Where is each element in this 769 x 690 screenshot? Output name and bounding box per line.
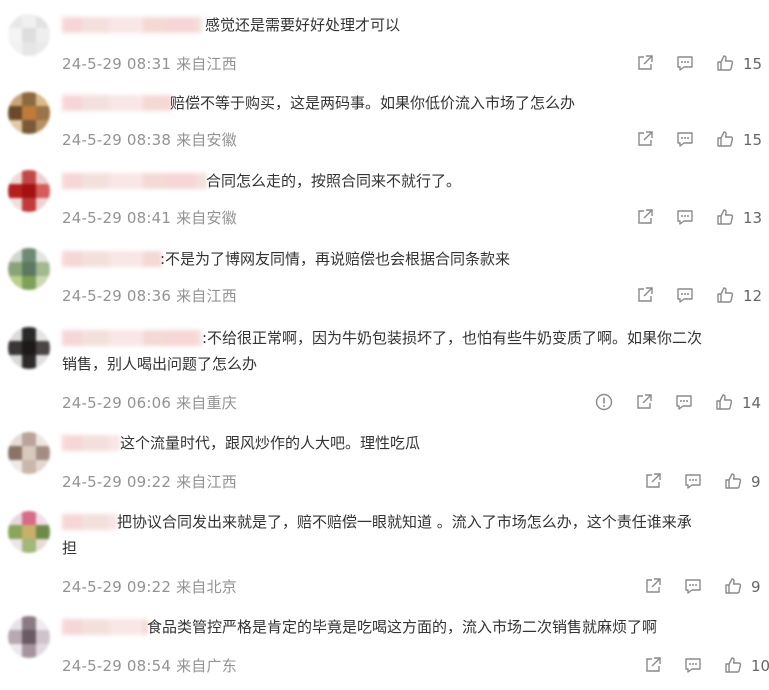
- username-redacted[interactable]: [62, 92, 172, 114]
- comment-location: 来自安徽: [176, 131, 237, 149]
- share-icon[interactable]: [643, 471, 665, 493]
- comment-location: 来自江西: [176, 473, 237, 491]
- avatar[interactable]: [8, 432, 50, 474]
- comment-time: 24-5-29 08:54: [62, 657, 172, 675]
- comment-location: 来自江西: [176, 287, 237, 305]
- username-redacted[interactable]: [62, 170, 207, 192]
- like-count: 9: [751, 473, 761, 491]
- thumbs-up-icon[interactable]: [723, 471, 745, 493]
- username-redacted[interactable]: [62, 616, 148, 638]
- comment-time: 24-5-29 09:22: [62, 578, 172, 596]
- comment-icon[interactable]: [675, 285, 697, 307]
- comment-location: 来自江西: [176, 55, 237, 73]
- comment-meta: 24-5-29 08:38 来自安徽: [62, 130, 237, 150]
- comment-icon[interactable]: [674, 392, 696, 414]
- share-icon[interactable]: [635, 129, 657, 151]
- thumbs-up-icon[interactable]: [715, 53, 737, 75]
- username-redacted[interactable]: [62, 432, 120, 454]
- comment-actions: 14: [594, 392, 769, 414]
- comment-time: 24-5-29 08:31: [62, 55, 172, 73]
- comment-meta: 24-5-29 09:22 来自江西: [62, 472, 237, 492]
- username-redacted[interactable]: [62, 511, 118, 533]
- comment-icon[interactable]: [675, 207, 697, 229]
- username-redacted[interactable]: [62, 14, 202, 36]
- share-icon[interactable]: [635, 207, 657, 229]
- comment-location: 来自广东: [176, 657, 237, 675]
- comment-text: 感觉还是需要好好处理才可以: [205, 16, 401, 34]
- like-count: 13: [743, 209, 763, 227]
- comment-text: 销售，别人喝出问题了怎么办: [62, 355, 258, 373]
- thumbs-up-icon[interactable]: [715, 285, 737, 307]
- thumbs-up-icon[interactable]: [715, 207, 737, 229]
- share-icon[interactable]: [643, 576, 665, 598]
- thumbs-up-icon[interactable]: [723, 576, 745, 598]
- comment-time: 24-5-29 08:41: [62, 209, 172, 227]
- comment-icon[interactable]: [675, 129, 697, 151]
- comment-time: 24-5-29 09:22: [62, 473, 172, 491]
- comment-icon[interactable]: [683, 576, 705, 598]
- avatar[interactable]: [8, 327, 50, 369]
- comment-location: 来自北京: [176, 578, 237, 596]
- share-icon[interactable]: [635, 53, 657, 75]
- comment-text: 赔偿不等于购买，这是两码事。如果你低价流入市场了怎么办: [170, 94, 576, 112]
- avatar[interactable]: [8, 616, 50, 658]
- avatar[interactable]: [8, 248, 50, 290]
- comment-actions: 9: [643, 576, 769, 598]
- share-icon[interactable]: [634, 392, 656, 414]
- avatar[interactable]: [8, 14, 50, 56]
- username-redacted[interactable]: [62, 327, 202, 349]
- like-count: 14: [742, 394, 762, 412]
- like-count: 15: [743, 131, 763, 149]
- comment-actions: 15: [635, 129, 769, 151]
- report-icon[interactable]: [594, 392, 616, 414]
- like-count: 10: [751, 657, 769, 675]
- share-icon[interactable]: [643, 655, 665, 677]
- username-redacted[interactable]: [62, 248, 162, 270]
- like-count: 12: [743, 287, 763, 305]
- comment-text: 这个流量时代，跟风炒作的人大吧。理性吃瓜: [120, 434, 421, 452]
- avatar[interactable]: [8, 170, 50, 212]
- comment-meta: 24-5-29 08:36 来自江西: [62, 286, 237, 306]
- comment-actions: 10: [643, 655, 769, 677]
- thumbs-up-icon[interactable]: [723, 655, 745, 677]
- comment-text: 担: [62, 539, 78, 557]
- comment-text: 合同怎么走的，按照合同来不就行了。: [206, 172, 462, 190]
- comment-actions: 9: [643, 471, 769, 493]
- comment-meta: 24-5-29 08:54 来自广东: [62, 656, 237, 676]
- comment-icon[interactable]: [683, 471, 705, 493]
- like-count: 15: [743, 55, 763, 73]
- comment-text: 把协议合同发出来就是了，赔不赔偿一眼就知道 。流入了市场怎么办，这个责任谁来承: [117, 513, 692, 531]
- like-count: 9: [751, 578, 761, 596]
- comment-text: :不给很正常啊，因为牛奶包装损坏了，也怕有些牛奶变质了啊。如果你二次: [202, 329, 703, 347]
- comment-time: 24-5-29 08:38: [62, 131, 172, 149]
- comment-actions: 13: [635, 207, 769, 229]
- comment-actions: 15: [635, 53, 769, 75]
- comment-meta: 24-5-29 08:31 来自江西: [62, 54, 237, 74]
- comment-meta: 24-5-29 08:41 来自安徽: [62, 208, 237, 228]
- comment-meta: 24-5-29 06:06 来自重庆: [62, 393, 237, 413]
- avatar[interactable]: [8, 92, 50, 134]
- comment-text: 食品类管控严格是肯定的毕竟是吃喝这方面的，流入市场二次销售就麻烦了啊: [147, 618, 658, 636]
- comment-icon[interactable]: [683, 655, 705, 677]
- comment-text: :不是为了博网友同情，再说赔偿也会根据合同条款来: [160, 250, 511, 268]
- comment-location: 来自安徽: [176, 209, 237, 227]
- thumbs-up-icon[interactable]: [714, 392, 736, 414]
- comment-meta: 24-5-29 09:22 来自北京: [62, 577, 237, 597]
- share-icon[interactable]: [635, 285, 657, 307]
- comment-time: 24-5-29 08:36: [62, 287, 172, 305]
- avatar[interactable]: [8, 511, 50, 553]
- comment-time: 24-5-29 06:06: [62, 394, 172, 412]
- thumbs-up-icon[interactable]: [715, 129, 737, 151]
- comment-location: 来自重庆: [176, 394, 237, 412]
- comment-actions: 12: [635, 285, 769, 307]
- comment-icon[interactable]: [675, 53, 697, 75]
